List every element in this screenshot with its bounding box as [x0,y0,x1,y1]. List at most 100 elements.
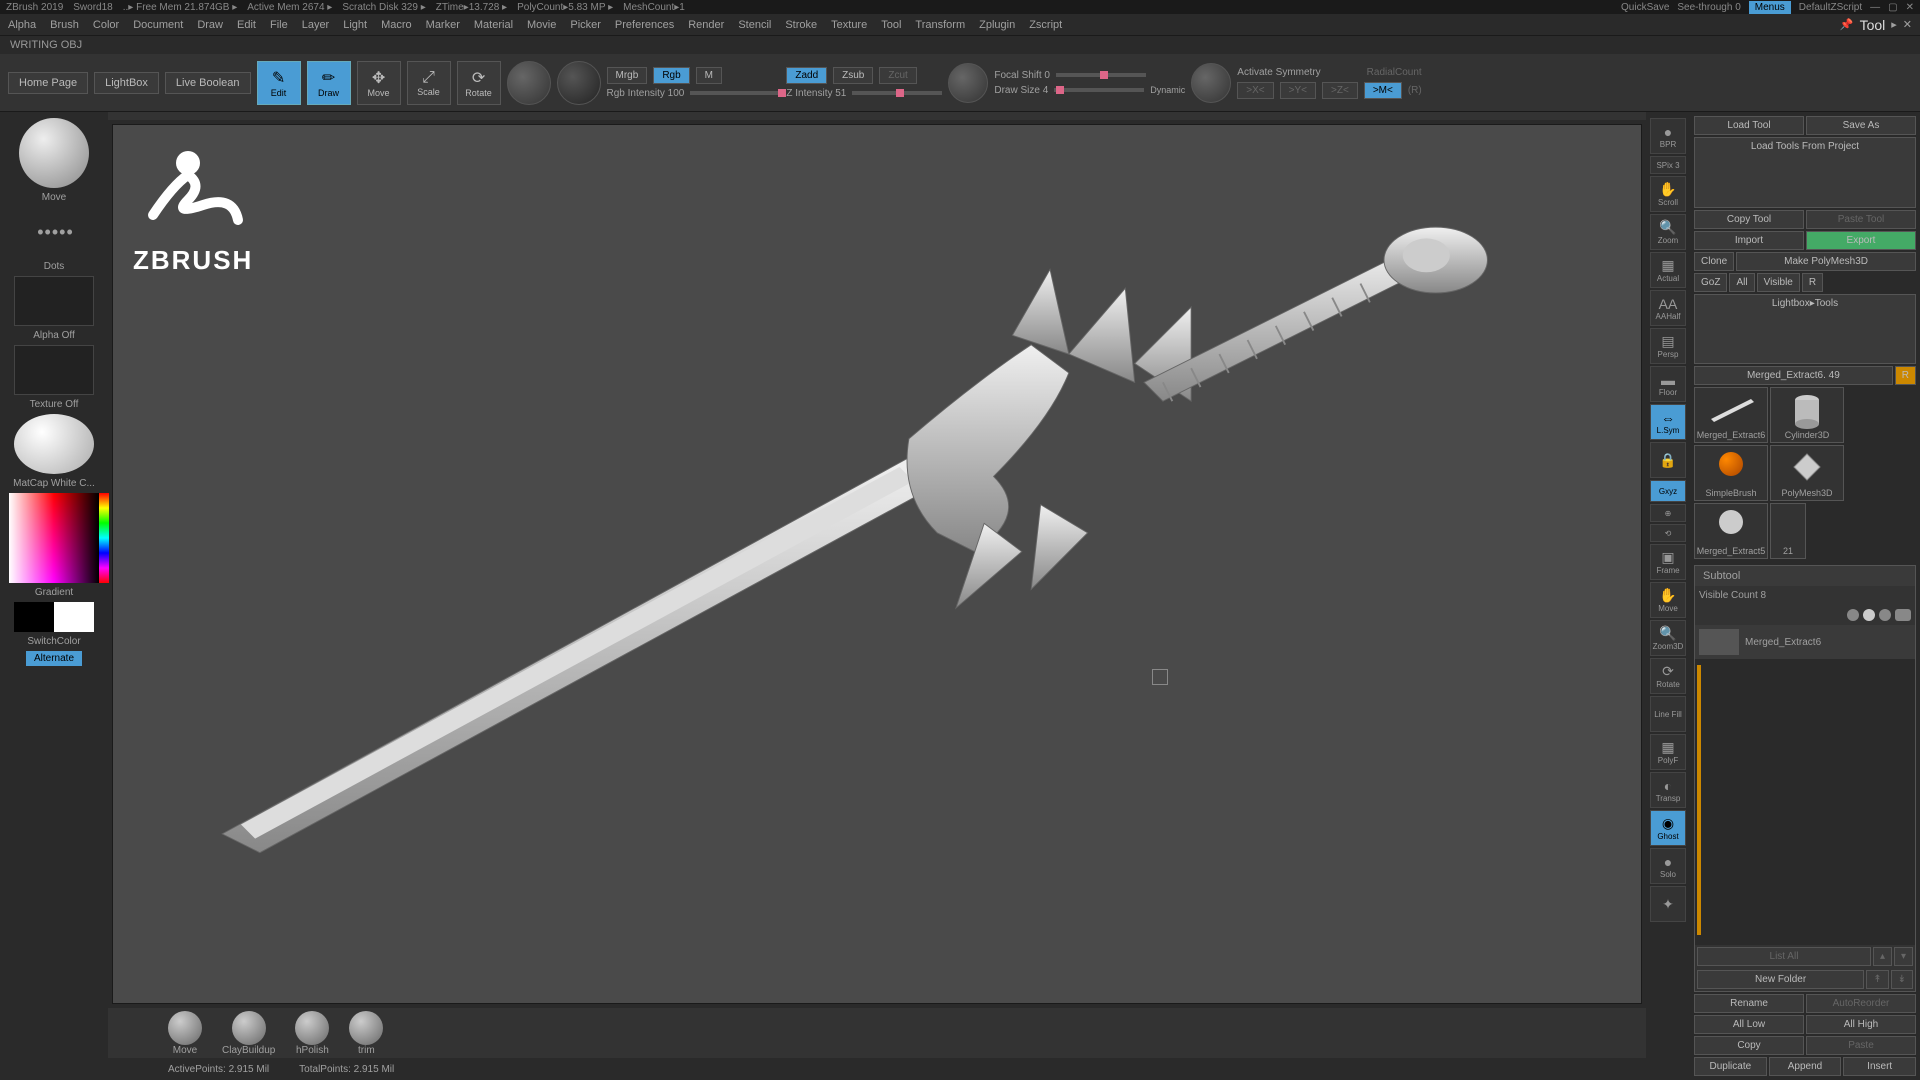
menus-button[interactable]: Menus [1749,1,1791,14]
rgb-button[interactable]: Rgb [653,67,689,84]
draw-mode-button[interactable]: ✏Draw [307,61,351,105]
insert-button[interactable]: Insert [1843,1057,1916,1076]
texture-thumbnail[interactable] [14,345,94,395]
move-down-icon[interactable]: ↡ [1891,970,1913,989]
menu-stencil[interactable]: Stencil [738,19,771,31]
focal-shift-slider[interactable] [1056,73,1146,77]
m-button[interactable]: M [696,67,722,84]
menu-edit[interactable]: Edit [237,19,256,31]
polyf-button[interactable]: ▦PolyF [1650,734,1686,770]
lightbox-button[interactable]: LightBox [94,72,159,94]
stroke-dots-icon[interactable]: • • • • • [19,207,89,257]
home-button[interactable]: Home Page [8,72,88,94]
close-panel-icon[interactable]: ✕ [1903,18,1912,31]
floor-button[interactable]: ▬Floor [1650,366,1686,402]
tool-merged-extract[interactable]: Merged_Extract6 [1694,387,1768,443]
new-folder-button[interactable]: New Folder [1697,970,1864,989]
dynamic-label[interactable]: Dynamic [1150,85,1185,95]
aahalf-button[interactable]: AAAAHalf [1650,290,1686,326]
subtool-scrollbar[interactable] [1697,665,1701,935]
transp-button[interactable]: ◐Transp [1650,772,1686,808]
frame-button[interactable]: ▣Frame [1650,544,1686,580]
tool-r-button[interactable]: R [1895,366,1916,385]
rgb-intensity-slider[interactable] [690,91,780,95]
menu-movie[interactable]: Movie [527,19,556,31]
menu-document[interactable]: Document [133,19,183,31]
tool-merged-extract5[interactable]: Merged_Extract5 [1694,503,1768,559]
zoom-button[interactable]: 🔍Zoom [1650,214,1686,250]
maximize-icon[interactable]: ▢ [1888,2,1897,13]
menu-file[interactable]: File [270,19,288,31]
arrow-up-icon[interactable]: ▴ [1873,947,1892,966]
mrgb-button[interactable]: Mrgb [607,67,648,84]
zcut-button[interactable]: Zcut [879,67,916,84]
move-up-icon[interactable]: ↟ [1866,970,1888,989]
paste-button[interactable]: Paste [1806,1036,1916,1055]
zadd-button[interactable]: Zadd [786,67,827,84]
linefill-button[interactable]: Line Fill [1650,696,1686,732]
canvas-scrollbar-top[interactable] [108,112,1646,120]
append-button[interactable]: Append [1769,1057,1842,1076]
zsub-button[interactable]: Zsub [833,67,873,84]
rotate-mode-button[interactable]: ⟳Rotate [457,61,501,105]
menu-picker[interactable]: Picker [570,19,601,31]
all-high-button[interactable]: All High [1806,1015,1916,1034]
brush-trim[interactable]: trim [349,1011,383,1056]
arrow-down-icon[interactable]: ▾ [1894,947,1913,966]
menu-tool[interactable]: Tool [881,19,901,31]
quicksave-button[interactable]: QuickSave [1621,2,1669,13]
tool-simplebrush[interactable]: SimpleBrush [1694,445,1768,501]
list-all-button[interactable]: List All [1697,947,1871,966]
xyz-button[interactable]: ⊕ [1650,504,1686,522]
menu-preferences[interactable]: Preferences [615,19,674,31]
rename-button[interactable]: Rename [1694,994,1804,1013]
copy-button[interactable]: Copy [1694,1036,1804,1055]
tool-cylinder3d[interactable]: Cylinder3D [1770,387,1844,443]
tool-21[interactable]: 21 [1770,503,1806,559]
brush-claybuildup[interactable]: ClayBuildup [222,1011,275,1056]
move-button[interactable]: ✋Move [1650,582,1686,618]
close-icon[interactable]: ✕ [1906,2,1914,13]
goz-button[interactable]: GoZ [1694,273,1727,292]
subtool-item[interactable]: Merged_Extract6 [1695,625,1915,659]
scroll-button[interactable]: ✋Scroll [1650,176,1686,212]
ghost-button[interactable]: ◉Ghost [1650,810,1686,846]
activate-symmetry-button[interactable]: Activate Symmetry [1237,67,1320,78]
menu-marker[interactable]: Marker [426,19,460,31]
import-button[interactable]: Import [1694,231,1804,250]
clone-button[interactable]: Clone [1694,252,1734,271]
menu-layer[interactable]: Layer [302,19,330,31]
zoom3d-button[interactable]: 🔍Zoom3D [1650,620,1686,656]
link-button[interactable]: ⟲ [1650,524,1686,542]
menu-zplugin[interactable]: Zplugin [979,19,1015,31]
goz-visible-button[interactable]: Visible [1757,273,1800,292]
menu-material[interactable]: Material [474,19,513,31]
white-swatch[interactable] [54,602,94,632]
tool-polymesh3d[interactable]: PolyMesh3D [1770,445,1844,501]
z-intensity-slider[interactable] [852,91,942,95]
symmetry-preview-icon[interactable] [1191,63,1231,103]
menu-light[interactable]: Light [343,19,367,31]
gyro-icon[interactable] [507,61,551,105]
sculptris-icon[interactable] [557,61,601,105]
menu-brush[interactable]: Brush [50,19,79,31]
solo-button[interactable]: ●Solo [1650,848,1686,884]
z-symmetry[interactable]: >Z< [1322,82,1358,99]
all-low-button[interactable]: All Low [1694,1015,1804,1034]
menu-texture[interactable]: Texture [831,19,867,31]
paste-tool-button[interactable]: Paste Tool [1806,210,1916,229]
pin-icon[interactable]: 📌 [1840,18,1854,31]
visibility-dot[interactable] [1863,609,1875,621]
autoreorder-button[interactable]: AutoReorder [1806,994,1916,1013]
edit-mode-button[interactable]: ✎Edit [257,61,301,105]
bpr-button[interactable]: ●BPR [1650,118,1686,154]
visibility-dot[interactable] [1879,609,1891,621]
export-button[interactable]: Export [1806,231,1916,250]
lsym-button[interactable]: ⇔L.Sym [1650,404,1686,440]
menu-draw[interactable]: Draw [197,19,223,31]
material-thumbnail[interactable] [14,414,94,474]
xpose-button[interactable]: ✦ [1650,886,1686,922]
save-as-button[interactable]: Save As [1806,116,1916,135]
collapse-icon[interactable]: ▸ [1891,18,1897,31]
hue-strip[interactable] [99,493,109,583]
